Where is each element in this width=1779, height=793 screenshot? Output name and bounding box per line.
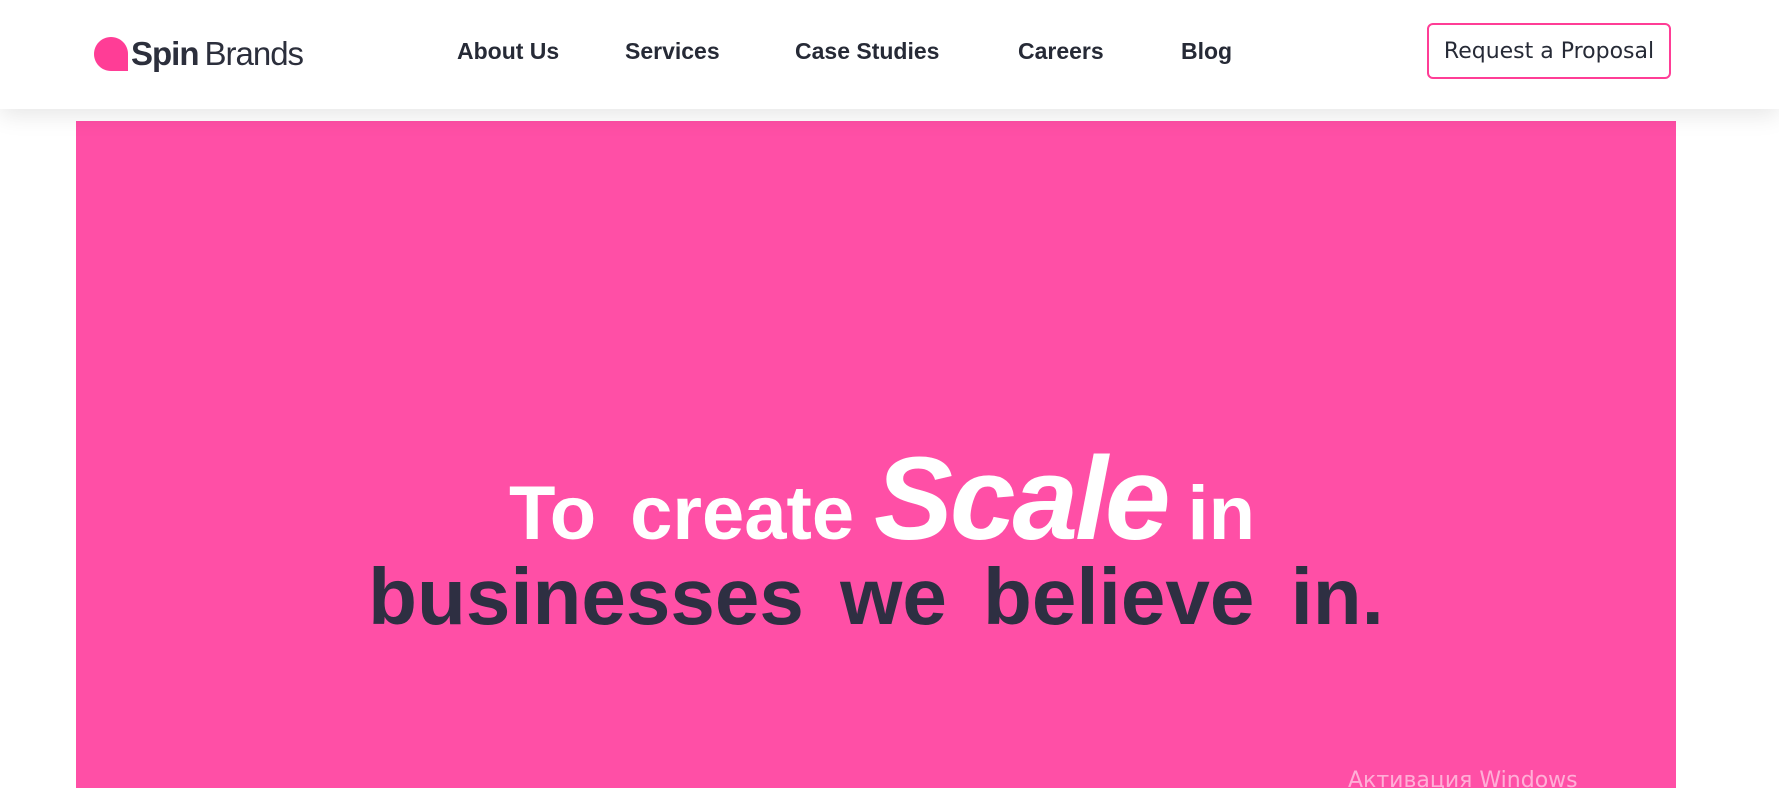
request-proposal-button[interactable]: Request a Proposal xyxy=(1427,23,1671,79)
windows-activation-watermark: Активация Windows xyxy=(1348,768,1578,793)
logo[interactable]: Spin Brands xyxy=(93,30,305,78)
nav-about-us[interactable]: About Us xyxy=(457,38,559,65)
logo-wordmark: Spin Brands xyxy=(131,35,305,73)
hero-word-create: create xyxy=(630,471,855,556)
hero-word-in: in xyxy=(1187,471,1256,556)
site-header: Spin Brands About Us Services Case Studie… xyxy=(0,0,1779,109)
hero-word-to: To xyxy=(508,471,597,556)
hero-banner: To create Scale in businesses we believe… xyxy=(76,121,1676,788)
speech-bubble-logo-icon xyxy=(94,37,128,71)
nav-case-studies[interactable]: Case Studies xyxy=(795,38,939,65)
hero-headline-line2: businesses we believe in. xyxy=(368,552,1384,641)
nav-blog[interactable]: Blog xyxy=(1181,38,1232,65)
hero-headline-line1: To create Scale in xyxy=(76,431,1676,567)
logo-text-brands: Brands xyxy=(204,35,305,72)
hero-word-scale: Scale xyxy=(874,433,1170,565)
logo-text-spin: Spin xyxy=(131,35,199,72)
nav-services[interactable]: Services xyxy=(625,38,720,65)
nav-careers[interactable]: Careers xyxy=(1018,38,1104,65)
